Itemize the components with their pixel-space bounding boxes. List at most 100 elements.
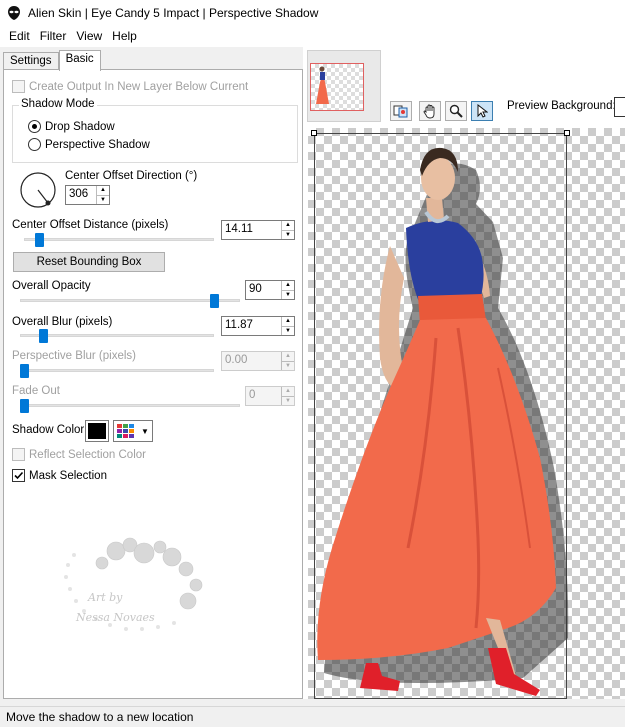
slider-thumb[interactable] — [35, 233, 44, 247]
drop-shadow-radio[interactable]: Drop Shadow — [28, 120, 115, 133]
up-arrow-icon[interactable]: ▲ — [97, 186, 109, 195]
checkmark-icon — [14, 471, 24, 480]
up-arrow-icon[interactable]: ▲ — [282, 317, 294, 326]
dropdown-arrow-icon: ▼ — [141, 426, 149, 436]
navigator-view-rect[interactable] — [310, 63, 364, 111]
overall-blur-value[interactable]: 11.87 — [222, 317, 281, 335]
mask-selection-checkbox[interactable]: Mask Selection — [12, 469, 107, 482]
fade-out-label: Fade Out — [12, 385, 60, 397]
perspective-blur-value[interactable]: 0.00 — [222, 352, 281, 370]
preview-background-selector[interactable] — [614, 97, 625, 117]
slider-thumb[interactable] — [210, 294, 219, 308]
shadow-mode-legend: Shadow Mode — [19, 98, 97, 110]
center-offset-distance-value[interactable]: 14.11 — [222, 221, 281, 239]
tool-preview-toggle[interactable] — [390, 101, 412, 121]
center-offset-distance-slider[interactable] — [24, 233, 214, 247]
shadow-color-swatch[interactable] — [85, 420, 109, 442]
shadow-color-label: Shadow Color — [12, 424, 85, 436]
perspective-blur-slider[interactable] — [20, 364, 214, 378]
navigator-thumbnail[interactable] — [307, 50, 381, 122]
perspective-blur-label: Perspective Blur (pixels) — [12, 350, 136, 362]
menu-bar: Edit Filter View Help — [0, 25, 625, 47]
create-output-checkbox[interactable]: Create Output In New Layer Below Current — [12, 80, 248, 93]
slider-thumb[interactable] — [39, 329, 48, 343]
direction-dial[interactable] — [18, 170, 58, 210]
down-arrow-icon[interactable]: ▼ — [282, 229, 294, 240]
spinner-arrows[interactable]: ▲ ▼ — [281, 221, 294, 239]
overall-opacity-value[interactable]: 90 — [246, 281, 281, 299]
down-arrow-icon[interactable]: ▼ — [282, 395, 294, 406]
center-offset-direction-value[interactable]: 306 — [66, 186, 96, 204]
menu-help[interactable]: Help — [107, 29, 142, 43]
fade-out-spinner[interactable]: 0 ▲ ▼ — [245, 386, 295, 406]
tool-hand[interactable] — [419, 101, 441, 121]
perspective-shadow-radio[interactable]: Perspective Shadow — [28, 138, 150, 151]
status-bar: Move the shadow to a new location — [0, 706, 625, 727]
spinner-arrows[interactable]: ▲ ▼ — [281, 387, 294, 405]
create-output-label: Create Output In New Layer Below Current — [29, 80, 249, 93]
up-arrow-icon[interactable]: ▲ — [282, 352, 294, 361]
tool-zoom[interactable] — [445, 101, 467, 121]
checkbox-box — [12, 448, 25, 461]
artist-watermark: Art by Nessa Novaes — [64, 537, 203, 631]
hand-icon — [423, 104, 435, 118]
color-grid-icon — [117, 424, 134, 438]
up-arrow-icon[interactable]: ▲ — [282, 281, 294, 290]
up-arrow-icon[interactable]: ▲ — [282, 221, 294, 230]
perspective-blur-spinner[interactable]: 0.00 ▲ ▼ — [221, 351, 295, 371]
spinner-arrows[interactable]: ▲ ▼ — [96, 186, 109, 204]
thumbnail-figure — [316, 66, 329, 104]
menu-filter[interactable]: Filter — [35, 29, 72, 43]
overall-blur-spinner[interactable]: 11.87 ▲ ▼ — [221, 316, 295, 336]
slider-track — [20, 404, 240, 407]
spinner-arrows[interactable]: ▲ ▼ — [281, 317, 294, 335]
watermark-line2: Nessa Novaes — [75, 611, 155, 624]
menu-view[interactable]: View — [71, 29, 107, 43]
slider-track — [20, 369, 214, 372]
radio-indicator — [28, 120, 41, 133]
menu-edit[interactable]: Edit — [4, 29, 35, 43]
overall-blur-label: Overall Blur (pixels) — [12, 316, 113, 328]
preview-background-label: Preview Background: — [507, 100, 616, 112]
checkbox-box — [12, 80, 25, 93]
fade-out-slider[interactable] — [20, 399, 240, 413]
mask-selection-label: Mask Selection — [29, 469, 107, 482]
tab-basic[interactable]: Basic — [58, 50, 101, 71]
up-arrow-icon[interactable]: ▲ — [282, 387, 294, 396]
slider-track — [24, 238, 214, 241]
center-offset-distance-spinner[interactable]: 14.11 ▲ ▼ — [221, 220, 295, 240]
preview-canvas[interactable] — [308, 128, 625, 699]
radio-indicator — [28, 138, 41, 151]
drop-shadow-label: Drop Shadow — [45, 120, 115, 133]
checkbox-box — [12, 469, 25, 482]
reflect-selection-color-checkbox[interactable]: Reflect Selection Color — [12, 448, 146, 461]
basic-settings-panel: Create Output In New Layer Below Current… — [3, 69, 303, 699]
perspective-shadow-label: Perspective Shadow — [45, 138, 150, 151]
center-offset-direction-spinner[interactable]: 306 ▲ ▼ — [65, 185, 110, 205]
arrow-pointer-icon — [477, 104, 488, 118]
shadow-mode-group: Shadow Mode Drop Shadow Perspective Shad… — [12, 98, 298, 163]
title-bar: Alien Skin | Eye Candy 5 Impact | Perspe… — [0, 0, 625, 25]
tool-select[interactable] — [471, 101, 493, 121]
spinner-arrows[interactable]: ▲ ▼ — [281, 352, 294, 370]
down-arrow-icon[interactable]: ▼ — [97, 194, 109, 205]
preview-image — [317, 147, 569, 696]
color-palette-dropdown[interactable]: ▼ — [113, 420, 153, 442]
down-arrow-icon[interactable]: ▼ — [282, 360, 294, 371]
tab-strip: Settings Basic — [3, 50, 101, 71]
center-offset-distance-label: Center Offset Distance (pixels) — [12, 219, 169, 231]
window-title: Alien Skin | Eye Candy 5 Impact | Perspe… — [28, 5, 319, 20]
overall-blur-slider[interactable] — [20, 329, 214, 343]
down-arrow-icon[interactable]: ▼ — [282, 325, 294, 336]
overall-opacity-label: Overall Opacity — [12, 280, 91, 292]
spinner-arrows[interactable]: ▲ ▼ — [281, 281, 294, 299]
magnifier-icon — [449, 104, 463, 118]
slider-thumb[interactable] — [20, 399, 29, 413]
overall-opacity-spinner[interactable]: 90 ▲ ▼ — [245, 280, 295, 300]
down-arrow-icon[interactable]: ▼ — [282, 289, 294, 300]
fade-out-value[interactable]: 0 — [246, 387, 281, 405]
slider-thumb[interactable] — [20, 364, 29, 378]
alien-skin-app-icon — [8, 5, 20, 20]
overall-opacity-slider[interactable] — [20, 294, 240, 308]
reset-bounding-box-button[interactable]: Reset Bounding Box — [13, 252, 165, 272]
